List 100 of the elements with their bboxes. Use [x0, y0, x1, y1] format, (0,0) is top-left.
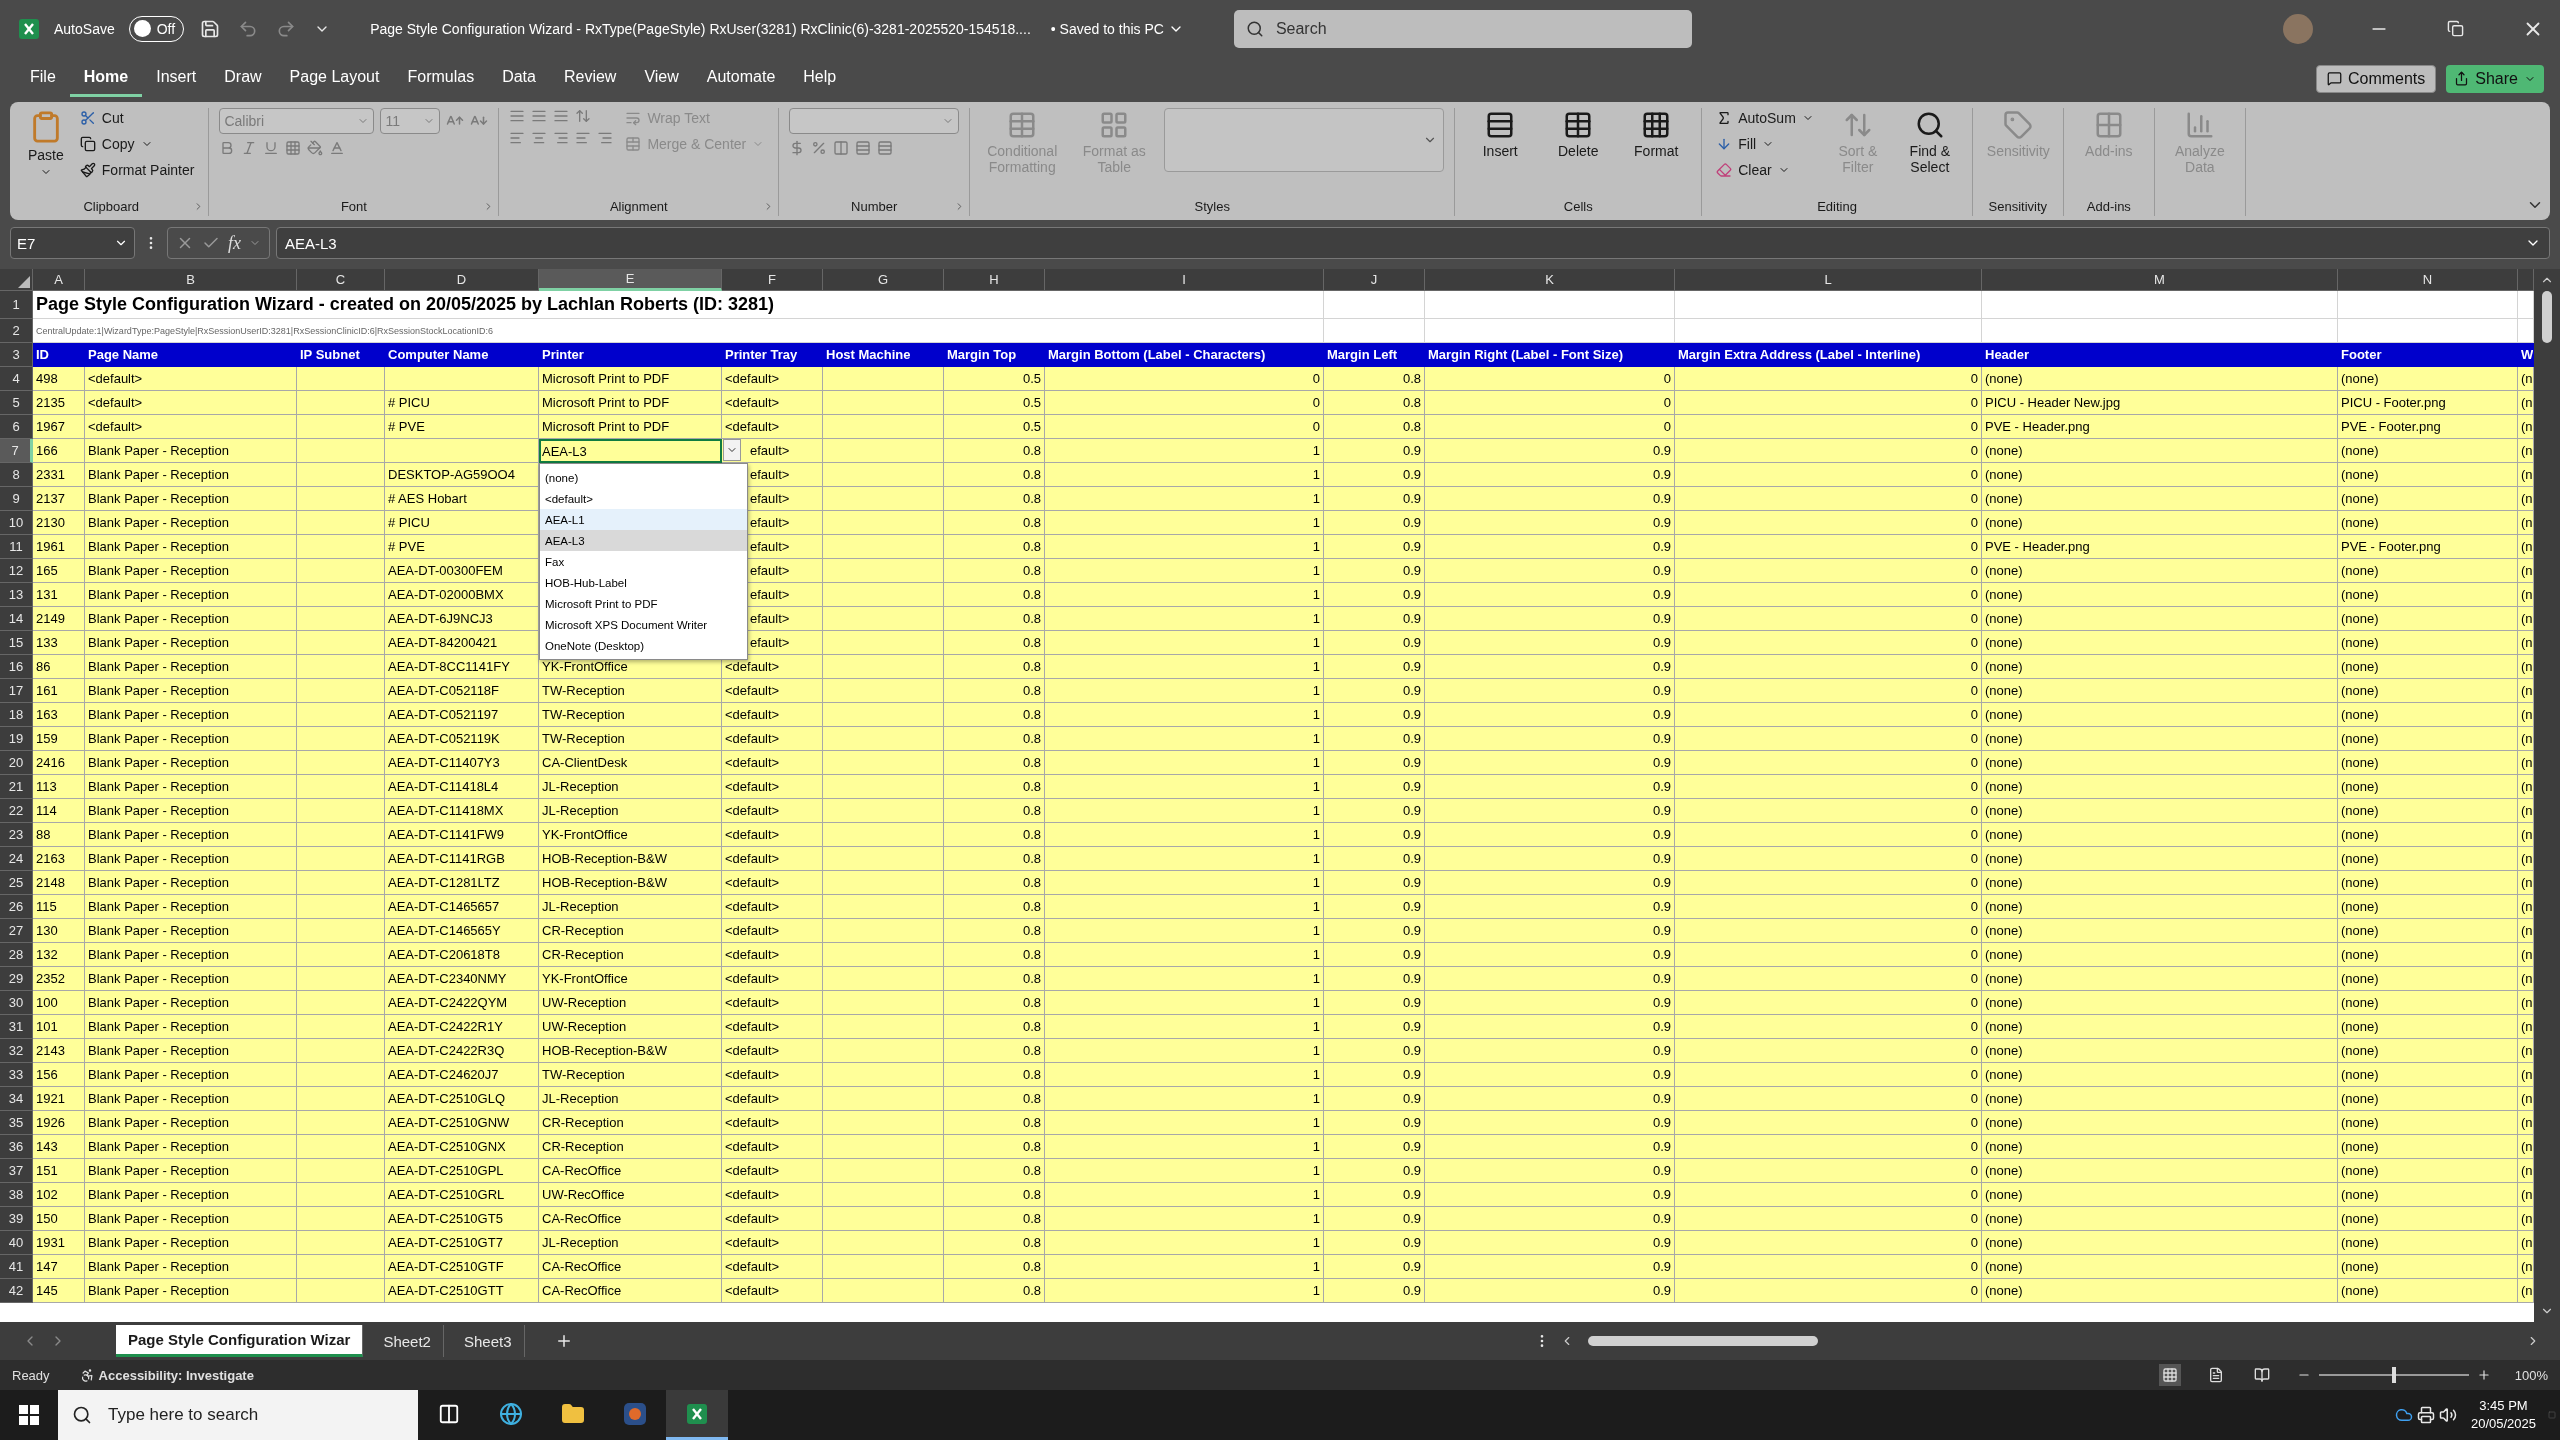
zoom-thumb[interactable]	[2391, 1367, 2396, 1383]
save-status-button[interactable]: • Saved to this PC	[1044, 19, 1190, 38]
dropdown-item[interactable]: (none)	[540, 467, 747, 488]
row-number[interactable]: 10	[0, 511, 33, 535]
row-number[interactable]: 6	[0, 415, 33, 439]
row-number[interactable]: 12	[0, 559, 33, 583]
dropdown-item[interactable]: Fax	[540, 551, 747, 572]
column-letter[interactable]: E	[539, 269, 722, 291]
row-number[interactable]: 23	[0, 823, 33, 847]
row-number[interactable]: 36	[0, 1135, 33, 1159]
row-number[interactable]: 13	[0, 583, 33, 607]
row-number[interactable]: 16	[0, 655, 33, 679]
menu-tab[interactable]: Review	[549, 60, 631, 97]
format-painter-button[interactable]: Format Painter	[75, 160, 199, 180]
row-number[interactable]: 24	[0, 847, 33, 871]
view-button[interactable]	[2158, 1364, 2181, 1386]
autosum-button[interactable]: AutoSum	[1712, 108, 1818, 128]
row-number[interactable]: 39	[0, 1207, 33, 1231]
row-number[interactable]: 38	[0, 1183, 33, 1207]
comments-button[interactable]: Comments	[2315, 64, 2437, 93]
menu-tab[interactable]: Automate	[692, 60, 790, 97]
row-number[interactable]: 32	[0, 1039, 33, 1063]
row-number[interactable]: 34	[0, 1087, 33, 1111]
row-number[interactable]: 27	[0, 919, 33, 943]
taskbar-search-field[interactable]: Type here to search	[58, 1390, 418, 1440]
share-button[interactable]: Share	[2446, 64, 2544, 93]
menu-tab[interactable]: Data	[488, 60, 550, 97]
row-number[interactable]: 22	[0, 799, 33, 823]
column-letter[interactable]: A	[33, 269, 85, 291]
dropdown-item[interactable]: <default>	[540, 488, 747, 509]
dropdown-item[interactable]: HOB-Hub-Label	[540, 572, 747, 593]
formula-input[interactable]: AEA-L3	[276, 227, 2550, 259]
search-field[interactable]: Search	[1233, 9, 1692, 48]
row-number[interactable]: 17	[0, 679, 33, 703]
row-number[interactable]: 28	[0, 943, 33, 967]
select-all-corner[interactable]	[0, 269, 33, 291]
sheet-tab[interactable]: Sheet3	[451, 1325, 525, 1357]
dropdown-item[interactable]: Microsoft XPS Document Writer	[540, 614, 747, 635]
row-number[interactable]: 1	[0, 291, 33, 319]
row-number[interactable]: 3	[0, 343, 33, 367]
dropdown-button[interactable]	[723, 439, 741, 461]
copy-button[interactable]: Copy	[75, 134, 199, 154]
menu-tab[interactable]: Help	[789, 60, 851, 97]
column-letter[interactable]: L	[1675, 269, 1982, 291]
row-number[interactable]: 41	[0, 1255, 33, 1279]
paste-button[interactable]: Paste	[24, 108, 68, 181]
accessibility-button[interactable]: Accessibility: Investigate	[73, 1366, 260, 1384]
row-number[interactable]: 4	[0, 367, 33, 391]
clear-button[interactable]: Clear	[1712, 160, 1818, 180]
menu-tab[interactable]: View	[630, 60, 693, 97]
sheet-tab[interactable]: Sheet2	[371, 1325, 444, 1357]
row-number[interactable]: 21	[0, 775, 33, 799]
column-letter[interactable]: J	[1324, 269, 1425, 291]
column-letter[interactable]: G	[823, 269, 944, 291]
row-number[interactable]: 9	[0, 487, 33, 511]
insert-function-button[interactable]: fx	[228, 232, 241, 254]
dropdown-item[interactable]: AEA-L3	[540, 530, 747, 551]
row-number[interactable]: 31	[0, 1015, 33, 1039]
ribbon-button[interactable]: Insert	[1465, 108, 1536, 162]
find-select-button[interactable]: Find & Select	[1897, 108, 1962, 178]
row-number[interactable]: 14	[0, 607, 33, 631]
clock[interactable]: 3:45 PM 20/05/2025	[2458, 1397, 2548, 1433]
column-letter[interactable]: C	[297, 269, 385, 291]
cut-button[interactable]: Cut	[75, 108, 199, 128]
column-letter[interactable]: B	[85, 269, 297, 291]
column-letter[interactable]: I	[1045, 269, 1324, 291]
column-letter[interactable]: M	[1982, 269, 2338, 291]
menu-tab[interactable]: Page Layout	[275, 60, 394, 97]
column-letter[interactable]: D	[385, 269, 539, 291]
row-number[interactable]: 20	[0, 751, 33, 775]
row-number[interactable]: 5	[0, 391, 33, 415]
restore-icon[interactable]	[2445, 18, 2466, 39]
row-number[interactable]: 42	[0, 1279, 33, 1303]
dropdown-item[interactable]: AEA-L1	[540, 509, 747, 530]
row-number[interactable]: 2	[0, 319, 33, 343]
fill-button[interactable]: Fill	[1712, 134, 1818, 154]
row-number[interactable]: 29	[0, 967, 33, 991]
ribbon-button[interactable]: Format	[1621, 108, 1692, 162]
scrollbar-thumb[interactable]	[2542, 291, 2552, 343]
name-box[interactable]: E7	[10, 227, 135, 259]
column-letter[interactable]: H	[944, 269, 1045, 291]
scrollbar-thumb[interactable]	[1588, 1336, 1818, 1346]
row-number[interactable]: 15	[0, 631, 33, 655]
row-number[interactable]: 37	[0, 1159, 33, 1183]
column-header-cell[interactable]	[2518, 269, 2534, 291]
row-number[interactable]: 25	[0, 871, 33, 895]
row-number[interactable]: 40	[0, 1231, 33, 1255]
menu-tab[interactable]: Formulas	[393, 60, 489, 97]
row-number[interactable]: 18	[0, 703, 33, 727]
menu-tab[interactable]: File	[16, 60, 70, 97]
menu-tab[interactable]: Draw	[210, 60, 276, 97]
dropdown-item[interactable]: OneNote (Desktop)	[540, 635, 747, 656]
column-letter[interactable]: F	[722, 269, 823, 291]
dropdown-item[interactable]: Microsoft Print to PDF	[540, 593, 747, 614]
row-number[interactable]: 26	[0, 895, 33, 919]
column-letter[interactable]: N	[2338, 269, 2518, 291]
row-number[interactable]: 8	[0, 463, 33, 487]
zoom-in-icon[interactable]	[2476, 1368, 2491, 1382]
sheet-tab[interactable]: Page Style Configuration Wizar	[116, 1325, 364, 1357]
menu-tab[interactable]: Insert	[142, 60, 211, 97]
